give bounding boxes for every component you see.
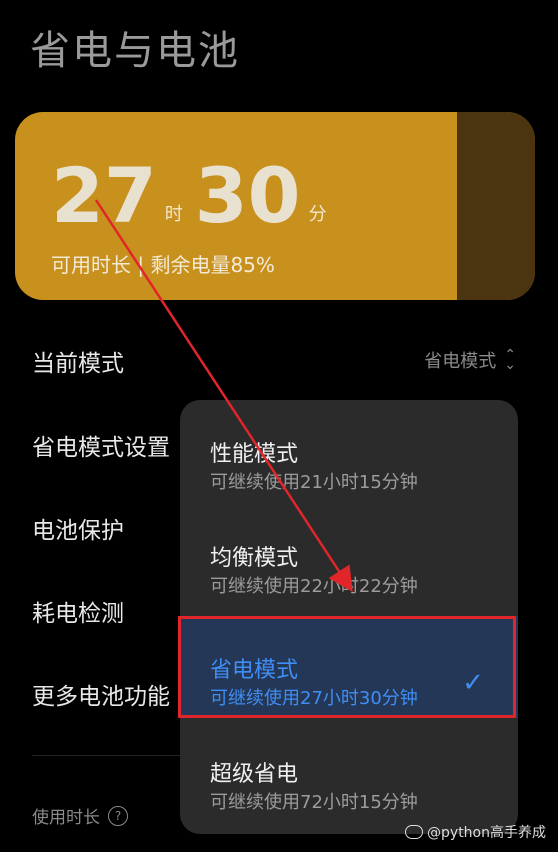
watermark-text: @python高手养成 [427, 825, 546, 841]
annotation-arrow [94, 199, 353, 593]
watermark-icon [405, 825, 424, 839]
watermark: @python高手养成 [405, 822, 546, 842]
